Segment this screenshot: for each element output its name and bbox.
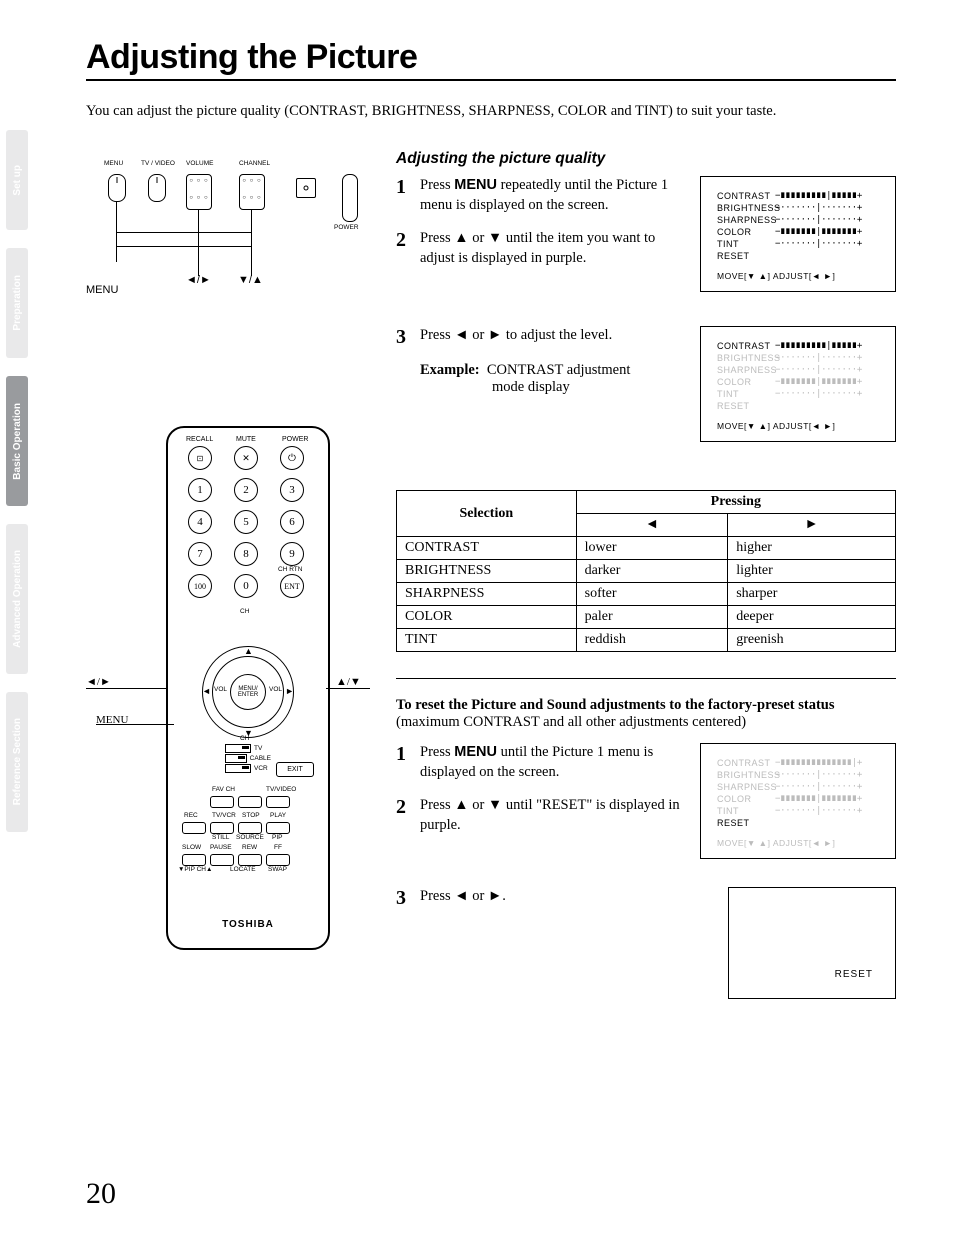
page-number: 20 — [86, 1177, 116, 1211]
reset-step-3: 3 Press ◄ or ►. — [396, 887, 710, 909]
table-row: SHARPNESSsoftersharper — [397, 583, 896, 606]
reset-subtext: (maximum CONTRAST and all other adjustme… — [396, 714, 896, 731]
divider — [396, 678, 896, 679]
tab-advanced-operation: Advanced Operation — [6, 524, 28, 674]
adjustment-table: Selection Pressing ◄ ► CONTRASTlowerhigh… — [396, 490, 896, 652]
side-tabs: Set up Preparation Basic Operation Advan… — [0, 0, 42, 1020]
callout-left-right: ◄/► — [186, 274, 211, 286]
osd-screen-2: CONTRAST−∎∎∎∎∎∎∎∎∎|∎∎∎∎∎+ BRIGHTNESS−···… — [700, 326, 896, 442]
tab-preparation: Preparation — [6, 248, 28, 358]
reset-heading: To reset the Picture and Sound adjustmen… — [396, 697, 896, 714]
page-title: Adjusting the Picture — [86, 38, 896, 77]
tab-setup: Set up — [6, 130, 28, 230]
table-row: BRIGHTNESSdarkerlighter — [397, 560, 896, 583]
table-row: CONTRASTlowerhigher — [397, 537, 896, 560]
step-2: 2 Press ▲ or ▼ until the item you want t… — [396, 229, 682, 268]
osd-screen-1: CONTRAST−∎∎∎∎∎∎∎∎∎|∎∎∎∎∎+ BRIGHTNESS−···… — [700, 176, 896, 292]
table-row: TINTreddishgreenish — [397, 629, 896, 652]
reset-step-2: 2 Press ▲ or ▼ until "RESET" is displaye… — [396, 796, 682, 835]
section-heading-adjust: Adjusting the picture quality — [396, 150, 896, 168]
table-row: COLORpalerdeeper — [397, 606, 896, 629]
callout-menu: MENU — [86, 284, 118, 296]
callout-up-down: ▼/▲ — [238, 274, 263, 286]
title-rule — [86, 79, 896, 81]
tv-panel-diagram: MENU TV / VIDEO VOLUME CHANNEL ○ ○ ○○ ○ … — [86, 156, 366, 316]
tab-reference-section: Reference Section — [6, 692, 28, 832]
reset-result-box: RESET — [728, 887, 896, 999]
tab-basic-operation: Basic Operation — [6, 376, 28, 506]
step-3: 3 Press ◄ or ► to adjust the level. — [396, 326, 682, 348]
reset-step-1: 1 Press MENU until the Picture 1 menu is… — [396, 743, 682, 782]
step-1: 1 Press MENU repeatedly until the Pictur… — [396, 176, 682, 215]
intro-text: You can adjust the picture quality (CONT… — [86, 103, 896, 120]
example-text: Example: CONTRAST adjustment mode displa… — [420, 362, 682, 396]
remote-diagram: RECALL MUTE POWER ⊡ ✕ ⏻ 1 2 3 4 5 6 7 8 — [86, 426, 396, 966]
osd-screen-3: CONTRAST−∎∎∎∎∎∎∎∎∎∎∎∎∎∎|+ BRIGHTNESS−···… — [700, 743, 896, 859]
